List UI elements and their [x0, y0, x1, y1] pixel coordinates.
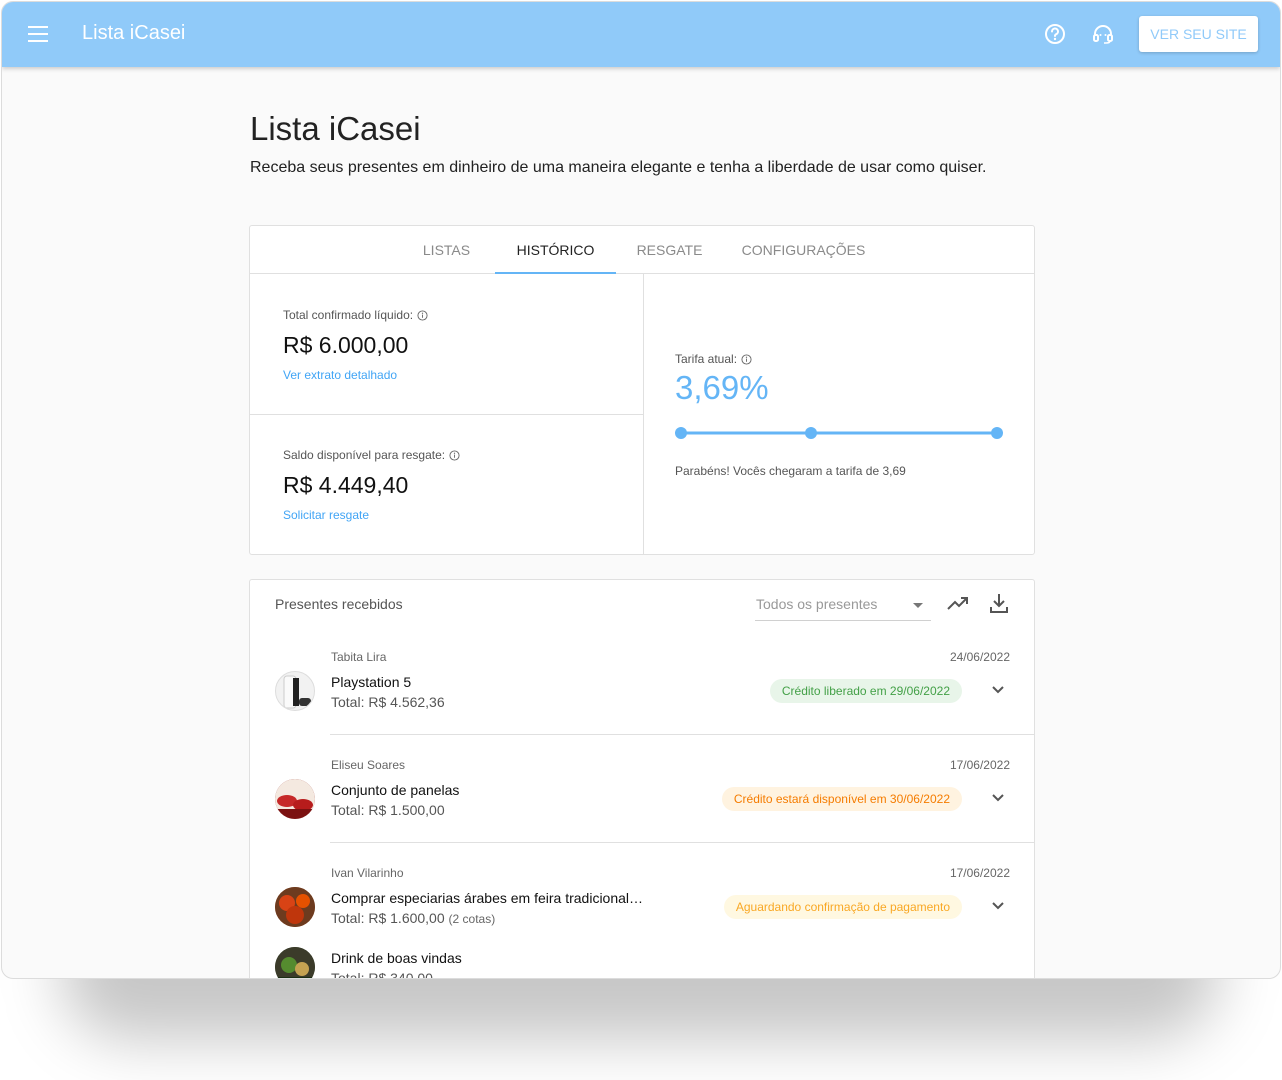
status-badge: Aguardando confirmação de pagamento: [723, 895, 962, 919]
tarifa-message: Parabéns! Vocês chegaram a tarifa de 3,6…: [675, 464, 906, 478]
tarifa-progress-track: [675, 427, 1003, 439]
caret-down-icon: [913, 603, 923, 608]
gift-sender: Tabita Lira: [331, 650, 387, 664]
tab-historico[interactable]: HISTÓRICO: [495, 226, 616, 274]
status-badge: Crédito estará disponível em 30/06/2022: [721, 787, 962, 811]
gift-date: 24/06/2022: [949, 650, 1010, 664]
list-item[interactable]: Tabita Lira 24/06/2022 Playstation 5 Tot…: [250, 648, 1034, 735]
saldo-disponivel-value: R$ 4.449,40: [283, 472, 409, 498]
gift-filter-select[interactable]: Todos os presentes: [755, 590, 931, 621]
avatar: [275, 671, 315, 711]
gift-name: Conjunto de panelas: [331, 782, 460, 798]
horizontal-divider: [250, 414, 643, 415]
tarifa-atual-label: Tarifa atual:: [675, 352, 752, 366]
download-icon[interactable]: [990, 593, 1008, 613]
page-title: Lista iCasei: [250, 110, 421, 147]
gift-sender: Eliseu Soares: [331, 758, 406, 772]
gift-name: Playstation 5: [331, 674, 412, 690]
total-confirmado-value: R$ 6.000,00: [283, 332, 409, 358]
saldo-disponivel-label: Saldo disponível para resgate:: [283, 448, 460, 462]
gift-total: Total: R$ 1.600,00 (2 cotas): [331, 910, 496, 926]
total-confirmado-label: Total confirmado líquido:: [283, 308, 428, 322]
gift-quota-count: (2 cotas): [448, 912, 496, 926]
item-divider: [330, 842, 1034, 843]
tab-listas[interactable]: LISTAS: [398, 226, 495, 274]
gifts-card: Presentes recebidos Todos os presentes T…: [249, 579, 1035, 979]
active-tab-indicator: [495, 272, 616, 274]
tarifa-atual-value: 3,69%: [675, 369, 769, 406]
info-icon[interactable]: [741, 353, 752, 365]
tarifa-step-marker: [991, 427, 1003, 439]
status-badge: Crédito liberado em 29/06/2022: [769, 679, 962, 703]
gift-date: 17/06/2022: [949, 866, 1010, 880]
gift-date: 17/06/2022: [949, 758, 1010, 772]
info-icon[interactable]: [449, 449, 460, 461]
info-icon[interactable]: [417, 309, 428, 321]
avatar: [275, 887, 315, 927]
avatar: [275, 779, 315, 819]
solicitar-resgate-link[interactable]: Solicitar resgate: [283, 508, 369, 522]
ver-seu-site-button[interactable]: VER SEU SITE: [1139, 16, 1258, 52]
support-headset-icon[interactable]: [1091, 23, 1115, 45]
summary-card: LISTAS HISTÓRICO RESGATE CONFIGURAÇÕES T…: [249, 225, 1035, 555]
app-title: Lista iCasei: [82, 22, 186, 44]
app-window: Lista iCasei VER SEU SITE Lista iCasei R…: [1, 1, 1281, 979]
gift-total: Total: R$ 1.500,00: [331, 802, 445, 818]
avatar: [275, 947, 315, 978]
gifts-title: Presentes recebidos: [275, 596, 403, 612]
list-item[interactable]: Eliseu Soares 17/06/2022 Conjunto de pan…: [250, 756, 1034, 843]
menu-icon[interactable]: [28, 26, 48, 42]
tab-resgate[interactable]: RESGATE: [616, 226, 723, 274]
chevron-down-icon[interactable]: [992, 686, 1004, 694]
gift-name: Drink de boas vindas: [331, 950, 462, 966]
gift-filter-value: Todos os presentes: [756, 596, 878, 612]
gift-total: Total: R$ 4.562,36: [331, 694, 445, 710]
chevron-down-icon[interactable]: [992, 794, 1004, 802]
gift-name: Comprar especiarias árabes em feira trad…: [331, 890, 644, 906]
gift-sender: Ivan Vilarinho: [331, 866, 404, 880]
page-subtitle: Receba seus presentes em dinheiro de uma…: [250, 159, 987, 176]
tab-configuracoes[interactable]: CONFIGURAÇÕES: [723, 226, 884, 274]
gift-total: Total: R$ 340,00: [331, 970, 433, 979]
item-divider: [330, 734, 1034, 735]
help-icon[interactable]: [1044, 23, 1066, 45]
app-bar: Lista iCasei VER SEU SITE: [2, 2, 1280, 67]
trending-up-icon[interactable]: [947, 594, 969, 612]
ver-extrato-link[interactable]: Ver extrato detalhado: [283, 368, 397, 382]
tab-bar: LISTAS HISTÓRICO RESGATE CONFIGURAÇÕES: [250, 226, 1034, 274]
list-item[interactable]: Ivan Vilarinho 17/06/2022 Comprar especi…: [250, 864, 1034, 979]
tarifa-step-marker: [805, 427, 817, 439]
vertical-divider: [643, 274, 644, 555]
chevron-down-icon[interactable]: [992, 902, 1004, 910]
tarifa-step-marker: [675, 427, 687, 439]
